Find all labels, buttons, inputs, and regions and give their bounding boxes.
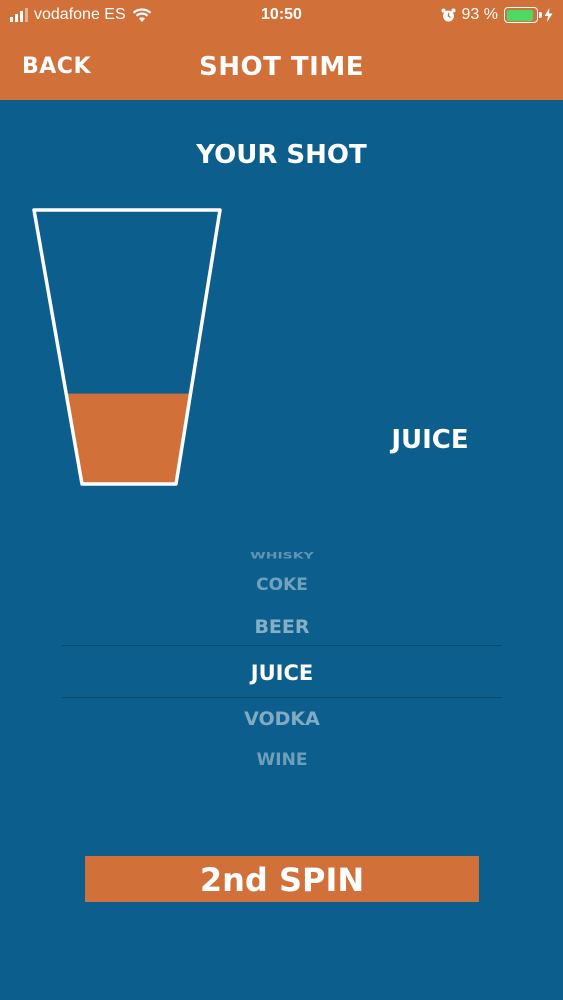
selected-drink-label: JUICE bbox=[391, 425, 469, 455]
drink-picker[interactable]: WHISKY COKE BEER JUICE VODKA WINE bbox=[62, 535, 502, 785]
shot-heading: YOUR SHOT bbox=[196, 140, 367, 170]
picker-item-juice[interactable]: JUICE bbox=[62, 661, 502, 685]
picker-selection-bottom bbox=[62, 697, 502, 698]
spin-button[interactable]: 2nd SPIN bbox=[85, 856, 479, 902]
nav-bar: BACK SHOT TIME bbox=[0, 32, 563, 100]
picker-item-vodka[interactable]: VODKA bbox=[62, 708, 502, 730]
alarm-icon bbox=[441, 8, 456, 21]
charging-icon bbox=[544, 8, 553, 22]
picker-item-beer[interactable]: BEER bbox=[62, 616, 502, 638]
picker-item-coke[interactable]: COKE bbox=[62, 575, 502, 595]
picker-item-wine[interactable]: WINE bbox=[62, 750, 502, 770]
battery-icon bbox=[504, 7, 542, 23]
nav-title: SHOT TIME bbox=[199, 52, 364, 82]
status-bar: vodafone ES 10:50 93 % bbox=[0, 0, 563, 32]
picker-item-whisky[interactable]: WHISKY bbox=[62, 551, 502, 561]
picker-selection-top bbox=[62, 645, 502, 646]
status-right: 93 % bbox=[441, 6, 553, 24]
glass-liquid bbox=[66, 393, 191, 484]
shot-glass-icon bbox=[32, 208, 222, 486]
battery-percent: 93 % bbox=[461, 6, 498, 23]
